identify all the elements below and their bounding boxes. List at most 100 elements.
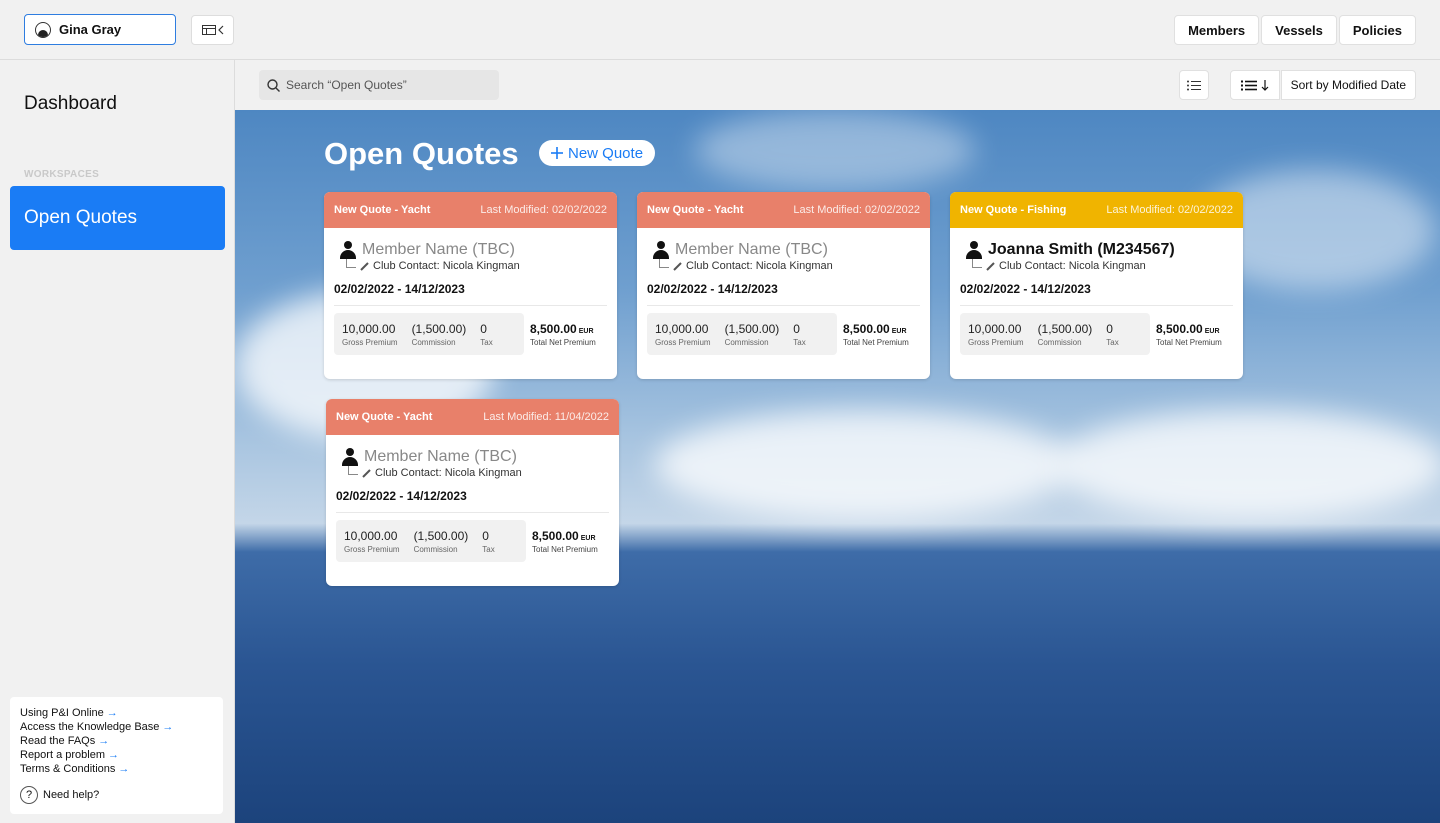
tax-value: 0 bbox=[480, 321, 487, 336]
connector-icon bbox=[346, 258, 356, 268]
gross-premium-label: Gross Premium bbox=[342, 337, 398, 347]
pen-icon bbox=[986, 261, 995, 271]
nav-members[interactable]: Members bbox=[1174, 15, 1260, 45]
divider bbox=[960, 305, 1233, 306]
person-icon bbox=[342, 448, 358, 466]
help-link-report-problem[interactable]: Report a problem → bbox=[20, 748, 213, 762]
sidebar-toggle-button[interactable] bbox=[191, 15, 234, 45]
member-name[interactable]: Member Name (TBC) bbox=[364, 448, 517, 466]
quote-card-header: New Quote - Yacht Last Modified: 02/02/2… bbox=[637, 192, 930, 228]
quote-card-header: New Quote - Fishing Last Modified: 02/02… bbox=[950, 192, 1243, 228]
arrow-right-icon: → bbox=[98, 735, 110, 747]
tax-value: 0 bbox=[482, 528, 489, 543]
currency: EUR bbox=[891, 327, 907, 335]
background-cloud bbox=[695, 110, 975, 190]
gross-premium-value: 10,000.00 bbox=[655, 321, 709, 336]
premium-breakdown: 10,000.00 Gross Premium (1,500.00) Commiss… bbox=[334, 313, 524, 355]
arrow-right-icon: → bbox=[108, 749, 119, 761]
quote-type: New Quote - Yacht bbox=[334, 204, 431, 216]
pen-icon bbox=[362, 468, 371, 478]
premium-breakdown: 10,000.00 Gross Premium (1,500.00) Commiss… bbox=[960, 313, 1150, 355]
help-link-terms[interactable]: Terms & Conditions → bbox=[20, 762, 213, 776]
quote-type: New Quote - Yacht bbox=[647, 204, 744, 216]
nav-vessels[interactable]: Vessels bbox=[1261, 15, 1337, 45]
last-modified: Last Modified: 11/04/2022 bbox=[483, 411, 609, 423]
member-name[interactable]: Joanna Smith (M234567) bbox=[988, 241, 1175, 259]
quote-type: New Quote - Yacht bbox=[336, 411, 433, 423]
total-net-premium-label: Total Net Premium bbox=[1156, 337, 1222, 347]
search-icon bbox=[267, 78, 280, 92]
pen-icon bbox=[673, 261, 682, 271]
sort-by-dropdown[interactable]: Sort by Modified Date bbox=[1280, 70, 1416, 100]
sort-controls: Sort by Modified Date bbox=[1229, 70, 1416, 100]
search-input[interactable] bbox=[286, 78, 486, 92]
user-menu-button[interactable]: Gina Gray bbox=[24, 14, 176, 45]
currency: EUR bbox=[578, 327, 594, 335]
sidebar: Dashboard WORKSPACES Open Quotes Using P… bbox=[0, 60, 235, 823]
tax-label: Tax bbox=[793, 337, 806, 347]
need-help-label: Need help? bbox=[43, 789, 100, 801]
new-quote-button[interactable]: New Quote bbox=[539, 140, 656, 166]
commission-value: (1,500.00) bbox=[411, 321, 467, 336]
commission-value: (1,500.00) bbox=[724, 321, 780, 336]
commission-label: Commission bbox=[724, 337, 769, 347]
need-help-button[interactable]: ? Need help? bbox=[20, 786, 99, 804]
gross-premium-value: 10,000.00 bbox=[342, 321, 396, 336]
list-view-button[interactable] bbox=[1179, 70, 1209, 100]
policy-dates: 02/02/2022 - 14/12/2023 bbox=[334, 282, 465, 296]
nav-policies[interactable]: Policies bbox=[1338, 15, 1416, 45]
new-quote-label: New Quote bbox=[568, 144, 644, 162]
club-contact: Club Contact: Nicola Kingman bbox=[999, 260, 1146, 272]
main-content: Open Quotes New Quote New Quote - Yacht … bbox=[235, 110, 1440, 823]
total-net-premium-value: 8,500.00 bbox=[532, 528, 579, 543]
tax-value: 0 bbox=[1106, 321, 1113, 336]
currency: EUR bbox=[580, 534, 596, 542]
content-toolbar: Sort by Modified Date bbox=[235, 60, 1440, 110]
pen-icon bbox=[360, 261, 369, 271]
quote-card[interactable]: New Quote - Fishing Last Modified: 02/02… bbox=[950, 192, 1243, 379]
plus-icon bbox=[551, 147, 563, 159]
quote-card[interactable]: New Quote - Yacht Last Modified: 02/02/2… bbox=[637, 192, 930, 379]
total-net-premium-label: Total Net Premium bbox=[843, 337, 909, 347]
person-icon bbox=[966, 241, 982, 259]
member-name[interactable]: Member Name (TBC) bbox=[362, 241, 515, 259]
member-name[interactable]: Member Name (TBC) bbox=[675, 241, 828, 259]
quote-card[interactable]: New Quote - Yacht Last Modified: 02/02/2… bbox=[324, 192, 617, 379]
tax-value: 0 bbox=[793, 321, 800, 336]
tax-label: Tax bbox=[1106, 337, 1119, 347]
quote-card[interactable]: New Quote - Yacht Last Modified: 11/04/2… bbox=[326, 399, 619, 586]
club-contact: Club Contact: Nicola Kingman bbox=[686, 260, 833, 272]
divider bbox=[336, 512, 609, 513]
total-net-premium-label: Total Net Premium bbox=[532, 544, 598, 554]
gross-premium-label: Gross Premium bbox=[655, 337, 711, 347]
divider bbox=[647, 305, 920, 306]
help-link-using[interactable]: Using P&I Online → bbox=[20, 706, 213, 720]
club-contact: Club Contact: Nicola Kingman bbox=[375, 467, 522, 479]
commission-value: (1,500.00) bbox=[1037, 321, 1093, 336]
sidebar-title[interactable]: Dashboard bbox=[24, 93, 117, 115]
help-link-knowledge-base[interactable]: Access the Knowledge Base → bbox=[20, 720, 213, 734]
last-modified: Last Modified: 02/02/2022 bbox=[1106, 204, 1233, 216]
gross-premium-value: 10,000.00 bbox=[968, 321, 1022, 336]
background-cloud bbox=[655, 410, 1075, 520]
total-net-premium-value: 8,500.00 bbox=[843, 321, 890, 336]
page-title: Open Quotes bbox=[324, 136, 519, 171]
arrow-down-icon bbox=[1261, 79, 1269, 91]
policy-dates: 02/02/2022 - 14/12/2023 bbox=[960, 282, 1091, 296]
commission-label: Commission bbox=[1037, 337, 1082, 347]
background-cloud bbox=[1055, 410, 1440, 520]
sidebar-item-open-quotes[interactable]: Open Quotes bbox=[10, 186, 225, 250]
tax-label: Tax bbox=[482, 544, 495, 554]
connector-icon bbox=[348, 465, 358, 475]
arrow-right-icon: → bbox=[118, 763, 130, 775]
person-icon bbox=[653, 241, 669, 259]
premium-breakdown: 10,000.00 Gross Premium (1,500.00) Commiss… bbox=[647, 313, 837, 355]
arrow-right-icon: → bbox=[162, 721, 174, 733]
panel-icon bbox=[201, 25, 216, 35]
total-net-premium-value: 8,500.00 bbox=[530, 321, 577, 336]
help-link-faqs[interactable]: Read the FAQs → bbox=[20, 734, 213, 748]
sort-direction-button[interactable] bbox=[1229, 70, 1280, 100]
connector-icon bbox=[659, 258, 669, 268]
main-nav: Members Vessels Policies bbox=[1174, 15, 1416, 45]
policy-dates: 02/02/2022 - 14/12/2023 bbox=[336, 489, 467, 503]
